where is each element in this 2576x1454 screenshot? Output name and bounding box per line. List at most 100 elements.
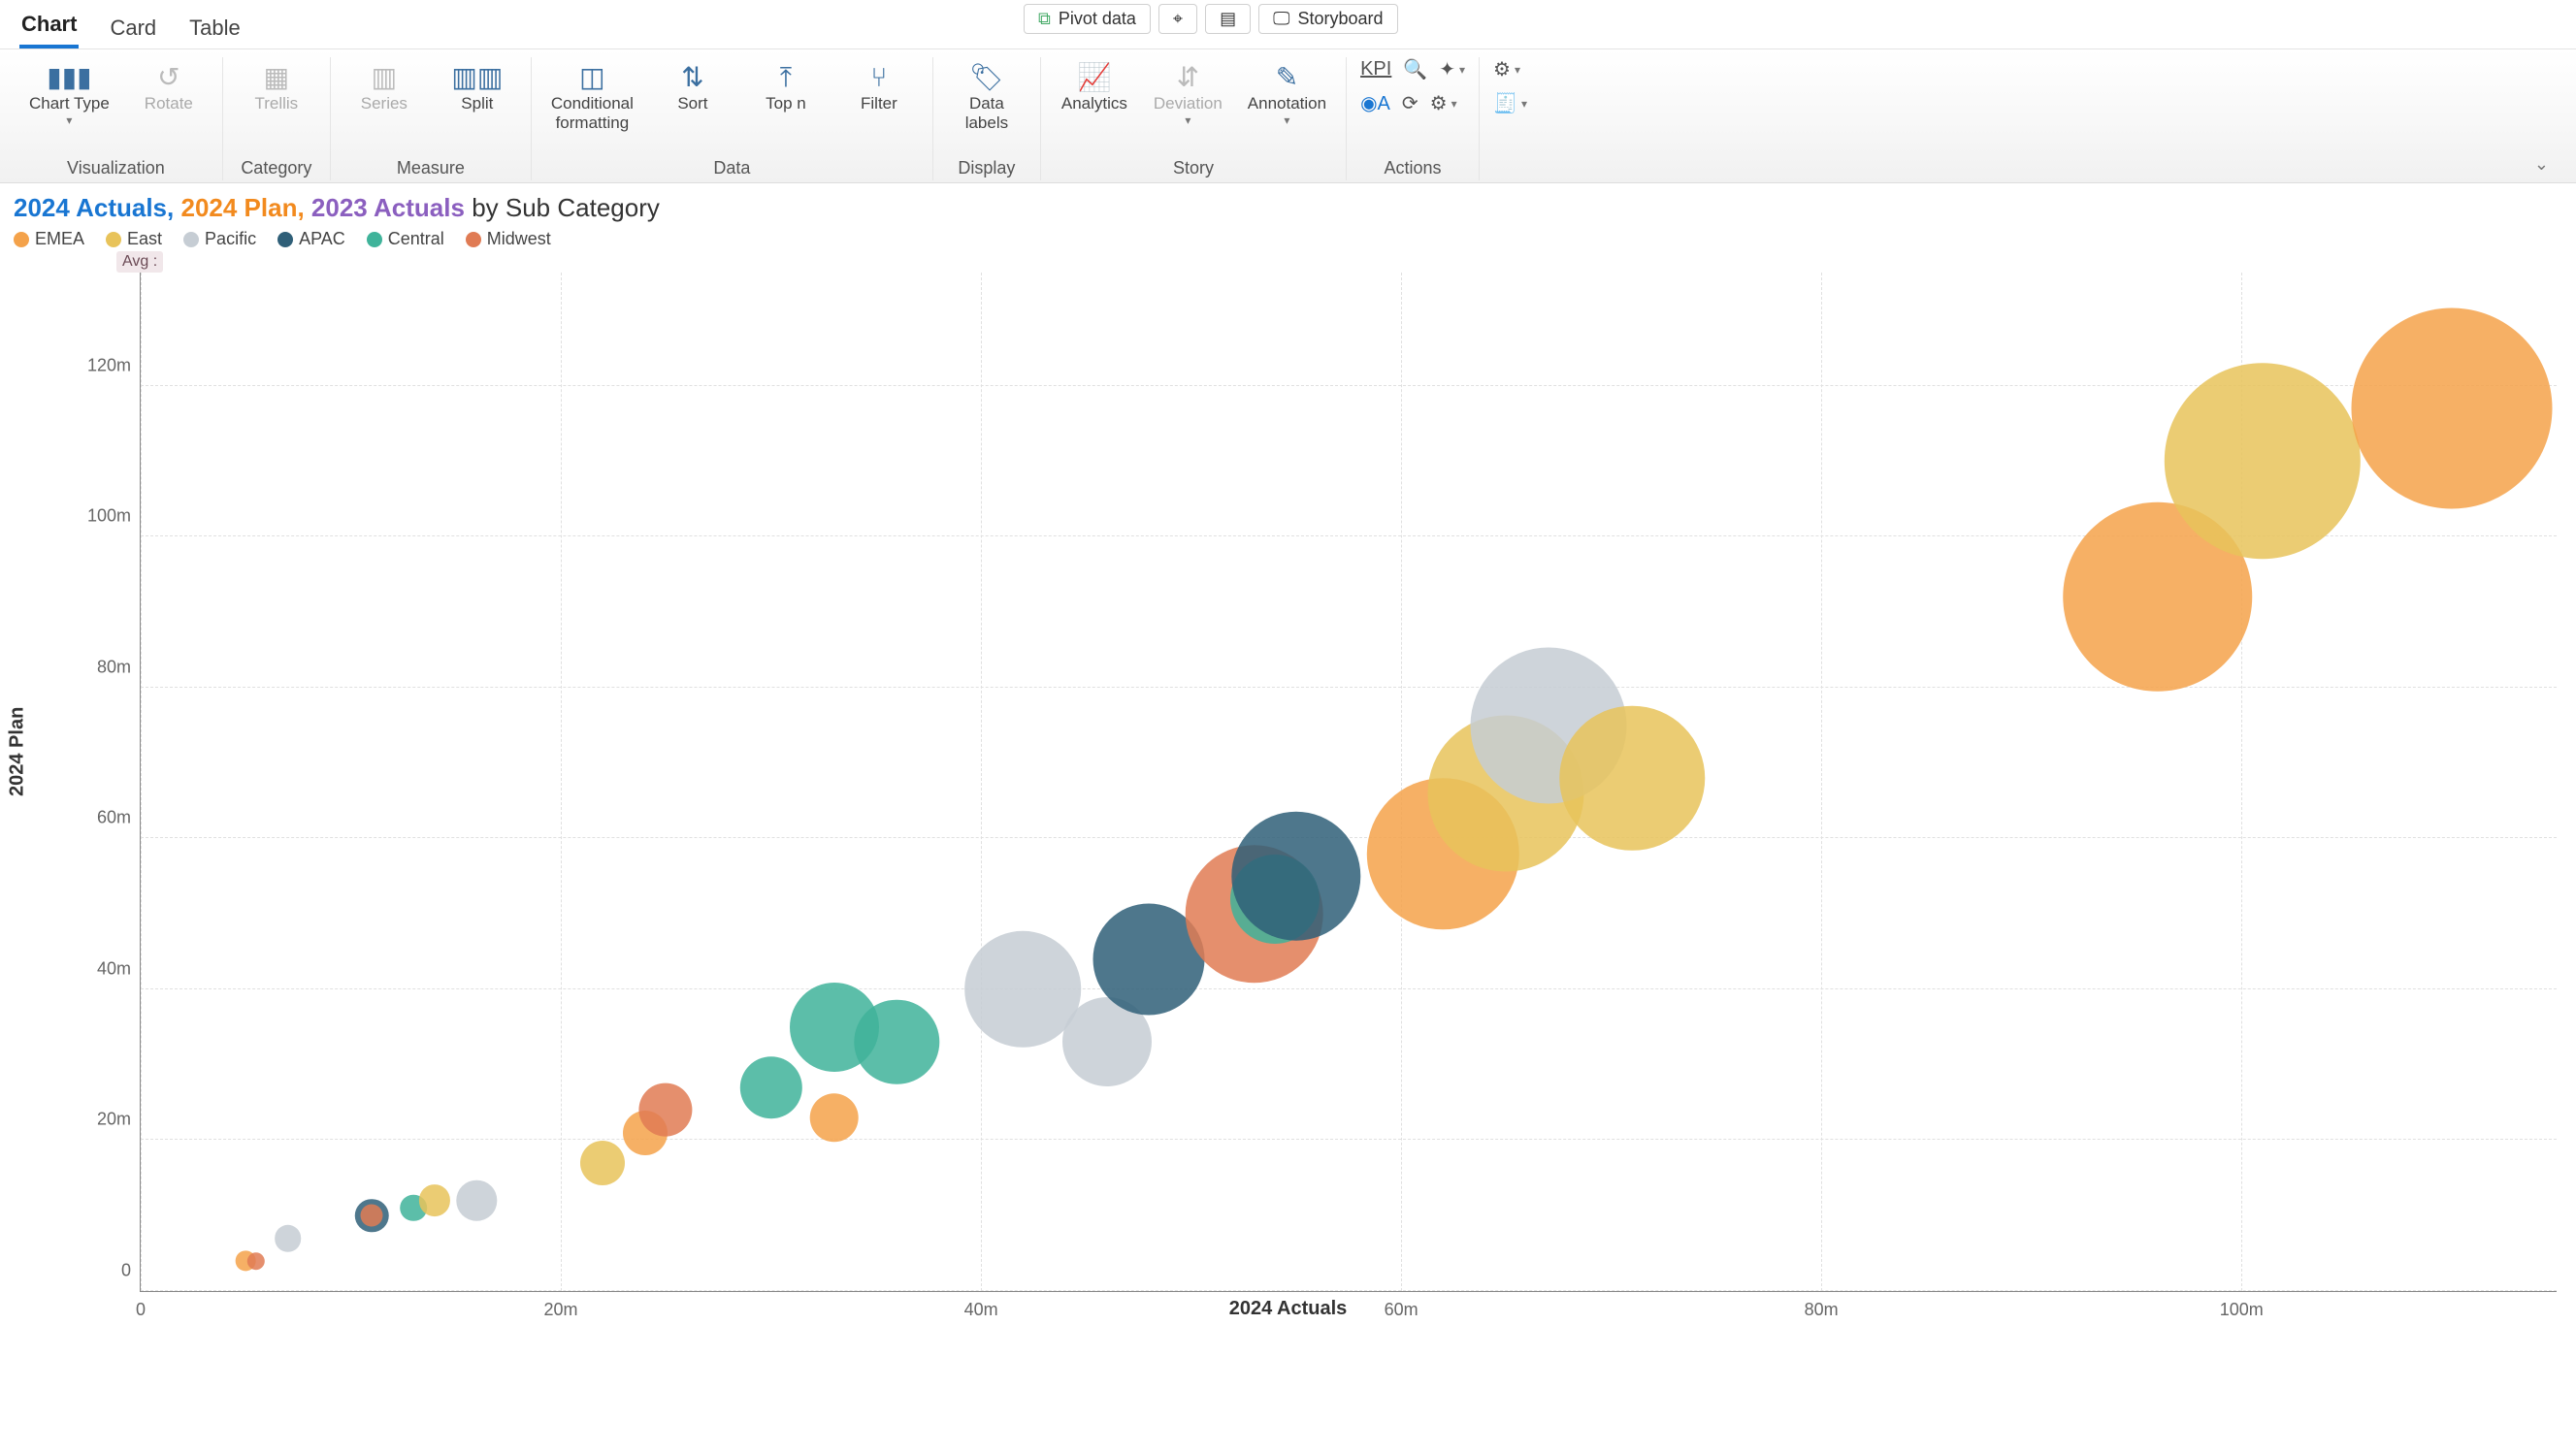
ribbon-collapse-button[interactable]: ⌄	[2517, 148, 2566, 180]
pivot-data-button[interactable]: ⧉ Pivot data	[1024, 4, 1151, 34]
x-tick-label: 80m	[1805, 1300, 1839, 1320]
legend-item[interactable]: EMEA	[14, 229, 84, 249]
ribbon-group-measure: ▥ Series ▥▥ Split Measure	[331, 57, 532, 180]
chart-title: 2024 Actuals, 2024 Plan, 2023 Actuals by…	[0, 183, 2576, 225]
analytics-icon: 📈	[1077, 61, 1111, 94]
group-label-visualization: Visualization	[23, 154, 209, 180]
trellis-icon: ▦	[264, 61, 289, 94]
sort-button[interactable]: ⇅ Sort	[653, 57, 733, 117]
legend-item[interactable]: Midwest	[466, 229, 551, 249]
legend-label: East	[127, 229, 162, 249]
title-part-actuals24: 2024 Actuals,	[14, 193, 174, 222]
x-tick-label: 60m	[1385, 1300, 1418, 1320]
legend-item[interactable]: East	[106, 229, 162, 249]
legend-item[interactable]: APAC	[277, 229, 345, 249]
bubble[interactable]	[361, 1205, 383, 1227]
split-icon: ▥▥	[451, 61, 503, 94]
analytics-button[interactable]: 📈 Analytics	[1055, 57, 1134, 117]
annotation-button[interactable]: ✎ Annotation ▾	[1242, 57, 1332, 132]
kpi-button[interactable]: KPI	[1360, 58, 1391, 81]
ribbon-group-data: ◫ Conditional formatting ⇅ Sort ⤒ Top n …	[532, 57, 933, 180]
ribbon-group-export: ⚙▾ 🧾▾	[1480, 57, 1541, 180]
pdf-export-icon[interactable]: 🧾▾	[1493, 91, 1527, 115]
x-tick-label: 100m	[2220, 1300, 2264, 1320]
conditional-formatting-button[interactable]: ◫ Conditional formatting	[545, 57, 639, 138]
topn-icon: ⤒	[780, 61, 792, 94]
legend-item[interactable]: Pacific	[183, 229, 256, 249]
bubble[interactable]	[1560, 705, 1706, 851]
sort-icon: ⇅	[681, 61, 703, 94]
trellis-label: Trellis	[254, 94, 298, 113]
topn-label: Top n	[766, 94, 806, 113]
chart-type-button[interactable]: ▮▮▮ Chart Type ▾	[23, 57, 115, 132]
x-tick-label: 40m	[964, 1300, 998, 1320]
bubble[interactable]	[739, 1056, 801, 1118]
group-label-actions: Actions	[1360, 154, 1465, 180]
split-button[interactable]: ▥▥ Split	[438, 57, 517, 117]
filter-button[interactable]: ⑂ Filter	[839, 57, 919, 117]
legend-swatch	[183, 232, 199, 247]
analytics-label: Analytics	[1061, 94, 1127, 113]
group-label-measure: Measure	[344, 154, 517, 180]
storyboard-label: Storyboard	[1297, 9, 1383, 29]
legend-label: APAC	[299, 229, 345, 249]
refresh-icon[interactable]: ⟳	[1402, 91, 1418, 115]
circle-a-icon[interactable]: ◉A	[1360, 91, 1390, 115]
grid-line-horizontal	[141, 988, 2557, 989]
x-tick-label: 0	[136, 1300, 146, 1320]
search-icon[interactable]: 🔍	[1403, 57, 1427, 81]
split-label: Split	[461, 94, 493, 113]
legend-item[interactable]: Central	[367, 229, 444, 249]
bubble[interactable]	[275, 1225, 302, 1252]
tab-card[interactable]: Card	[108, 10, 158, 48]
legend: EMEA East Pacific APAC Central Midwest	[0, 225, 2576, 251]
group-label-display: Display	[947, 154, 1027, 180]
bubble[interactable]	[639, 1083, 693, 1137]
pivot-icon: ⧉	[1038, 9, 1051, 29]
legend-swatch	[466, 232, 481, 247]
x-axis-title: 2024 Actuals	[14, 1292, 2562, 1320]
deviation-button: ⇵ Deviation ▾	[1148, 57, 1228, 132]
bubble[interactable]	[419, 1185, 450, 1216]
filter-icon: ⑂	[871, 61, 888, 94]
tab-table[interactable]: Table	[187, 10, 243, 48]
bubble[interactable]	[809, 1093, 859, 1143]
plot-area[interactable]: 020m40m60m80m100m020m40m60m80m100m120m	[140, 273, 2557, 1292]
layout-top-button[interactable]: ▤	[1205, 4, 1251, 34]
actions-icons: KPI 🔍 ✦▾ ◉A ⟳ ⚙▾	[1360, 57, 1465, 115]
filter-top-button[interactable]: ⌖	[1158, 4, 1197, 34]
gear-icon[interactable]: ⚙▾	[1430, 91, 1457, 115]
deviation-icon: ⇵	[1177, 61, 1199, 94]
group-label-category: Category	[237, 154, 316, 180]
bubble[interactable]	[247, 1252, 265, 1270]
y-tick-label: 60m	[73, 808, 131, 828]
legend-swatch	[367, 232, 382, 247]
conditional-icon: ◫	[579, 61, 604, 94]
series-icon: ▥	[372, 61, 397, 94]
y-tick-label: 20m	[73, 1110, 131, 1130]
tab-chart[interactable]: Chart	[19, 6, 79, 48]
brush-icon[interactable]: ✦▾	[1439, 57, 1465, 81]
bubble[interactable]	[2165, 363, 2361, 559]
y-tick-label: 80m	[73, 657, 131, 677]
data-labels-button[interactable]: 🏷 Data labels	[947, 57, 1027, 138]
bubble[interactable]	[457, 1180, 497, 1220]
bubble[interactable]	[855, 1000, 939, 1084]
bubble[interactable]	[580, 1141, 625, 1185]
bubble[interactable]	[2351, 308, 2552, 509]
settings-export-icon[interactable]: ⚙▾	[1493, 57, 1520, 81]
x-tick-label: 20m	[544, 1300, 578, 1320]
layout-icon: ▤	[1220, 9, 1236, 29]
grid-line-horizontal	[141, 1139, 2557, 1140]
annotation-label: Annotation	[1248, 94, 1326, 113]
legend-label: Midwest	[487, 229, 551, 249]
bubble[interactable]	[1231, 812, 1360, 941]
storyboard-button[interactable]: 🖵 Storyboard	[1258, 4, 1397, 34]
ribbon: ▮▮▮ Chart Type ▾ ↺ Rotate Visualization …	[0, 48, 2576, 183]
ribbon-group-story: 📈 Analytics ⇵ Deviation ▾ ✎ Annotation ▾…	[1041, 57, 1347, 180]
topn-button[interactable]: ⤒ Top n	[746, 57, 826, 117]
y-tick-label: 0	[73, 1261, 131, 1281]
pivot-data-label: Pivot data	[1059, 9, 1136, 29]
group-label-story: Story	[1055, 154, 1332, 180]
ribbon-group-actions: KPI 🔍 ✦▾ ◉A ⟳ ⚙▾ Actions	[1347, 57, 1480, 180]
